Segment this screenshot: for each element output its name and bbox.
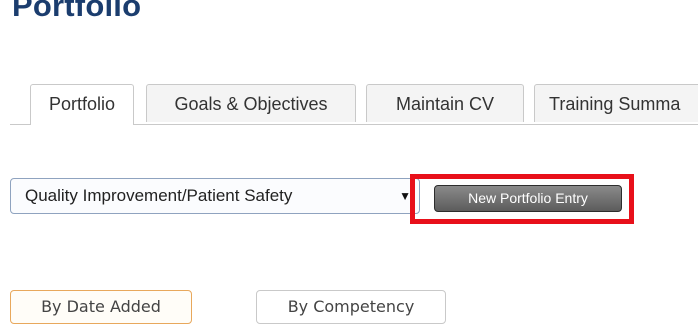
competency-select-value: Quality Improvement/Patient Safety bbox=[25, 186, 293, 205]
tab-bar: Portfolio Goals & Objectives Maintain CV… bbox=[10, 84, 698, 125]
competency-select[interactable]: Quality Improvement/Patient Safety ▼ bbox=[10, 178, 420, 214]
sort-by-competency-button[interactable]: By Competency bbox=[256, 290, 446, 324]
sort-by-date-added-button[interactable]: By Date Added bbox=[10, 290, 192, 324]
highlight-box bbox=[410, 174, 634, 224]
tab-maintain-cv[interactable]: Maintain CV bbox=[366, 84, 524, 122]
tab-goals-objectives[interactable]: Goals & Objectives bbox=[146, 84, 356, 122]
tab-training-summary[interactable]: Training Summa bbox=[534, 84, 698, 122]
tab-portfolio[interactable]: Portfolio bbox=[30, 84, 134, 125]
page-title: Portfolio bbox=[12, 0, 142, 23]
